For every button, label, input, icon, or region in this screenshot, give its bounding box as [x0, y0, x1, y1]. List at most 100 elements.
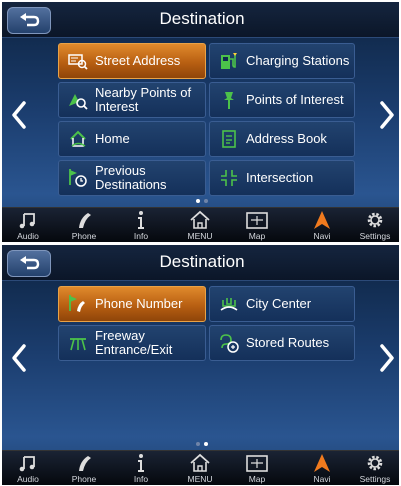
address-book-icon [216, 126, 242, 152]
nav-label: Settings [359, 231, 391, 241]
nav-audio[interactable]: Audio [3, 451, 53, 485]
nav-navi[interactable]: Navi [297, 208, 347, 242]
tile-label: Points of Interest [246, 92, 344, 107]
freeway-icon [65, 330, 91, 356]
bottom-nav-bar: Audio Phone Info MENU Map Navi Settings [2, 450, 399, 485]
tile-label: Intersection [246, 170, 314, 185]
back-arrow-icon [20, 13, 40, 27]
nav-phone[interactable]: Phone [59, 208, 109, 242]
tile-label: City Center [246, 296, 312, 311]
tile-label: Freeway Entrance/Exit [95, 328, 173, 357]
nav-settings[interactable]: Settings [350, 451, 399, 485]
city-center-icon [216, 291, 242, 317]
nav-label: MENU [187, 231, 213, 241]
settings-icon [367, 455, 383, 471]
page-dot [196, 442, 200, 446]
tile-label: Stored Routes [246, 335, 330, 350]
page-dot [204, 199, 208, 203]
address-book-button[interactable]: Address Book [209, 121, 355, 157]
street-address-icon [65, 48, 91, 74]
home-button[interactable]: Home [58, 121, 206, 157]
page-title: Destination [159, 9, 245, 28]
nav-label: Audio [17, 474, 39, 484]
bottom-nav-bar: Audio Phone Info MENU Map Navi Settings [2, 207, 399, 242]
nav-label: Map [248, 231, 266, 241]
nav-label: Audio [17, 231, 39, 241]
charging-station-icon [216, 48, 242, 74]
info-icon [138, 211, 144, 229]
page-indicator [182, 442, 222, 448]
tile-label: Phone Number [95, 296, 183, 311]
next-page-arrow-icon[interactable] [377, 97, 397, 133]
destination-screen-page-2: Destination Phone Number City Center Fre… [2, 245, 399, 485]
top-bar: Destination [2, 2, 399, 38]
previous-destinations-icon [65, 165, 91, 191]
nav-label: MENU [187, 474, 213, 484]
nav-map[interactable]: Map [232, 208, 282, 242]
tile-label: Home [95, 131, 130, 146]
stored-routes-button[interactable]: Stored Routes [209, 325, 355, 361]
tile-label: Address Book [246, 131, 327, 146]
stored-routes-icon [216, 330, 242, 356]
menu-home-icon [190, 453, 210, 472]
map-icon [246, 212, 268, 229]
intersection-icon [216, 165, 242, 191]
nav-menu[interactable]: MENU [175, 208, 225, 242]
navi-icon [314, 211, 330, 229]
page-title: Destination [159, 252, 245, 271]
page-dot-active [196, 199, 200, 203]
map-icon [246, 455, 268, 472]
nearby-points-of-interest-button[interactable]: Nearby Points of Interest [58, 82, 206, 118]
info-icon [138, 454, 144, 472]
previous-page-arrow-icon[interactable] [9, 97, 29, 133]
previous-page-arrow-icon[interactable] [9, 340, 29, 376]
home-icon [65, 126, 91, 152]
nav-label: Map [248, 474, 266, 484]
street-address-button[interactable]: Street Address [58, 43, 206, 79]
nav-audio[interactable]: Audio [3, 208, 53, 242]
nav-label: Navi [313, 474, 331, 484]
nav-label: Settings [359, 474, 391, 484]
points-of-interest-button[interactable]: Points of Interest [209, 82, 355, 118]
back-button[interactable] [7, 250, 51, 277]
next-page-arrow-icon[interactable] [377, 340, 397, 376]
page-indicator [182, 199, 222, 205]
phone-icon [79, 213, 91, 228]
audio-icon [19, 456, 35, 472]
tile-label: Nearby Points of Interest [95, 85, 192, 114]
back-arrow-icon [20, 256, 40, 270]
tile-label: Charging Stations [246, 53, 350, 68]
destination-screen-page-1: Destination Street Address Charging Stat… [2, 2, 399, 242]
phone-icon [79, 456, 91, 471]
page-dot-active [204, 442, 208, 446]
nav-settings[interactable]: Settings [350, 208, 399, 242]
nav-info[interactable]: Info [116, 451, 166, 485]
intersection-button[interactable]: Intersection [209, 160, 355, 196]
audio-icon [19, 213, 35, 229]
nav-map[interactable]: Map [232, 451, 282, 485]
phone-number-icon [65, 291, 91, 317]
city-center-button[interactable]: City Center [209, 286, 355, 322]
menu-home-icon [190, 210, 210, 229]
previous-destinations-button[interactable]: Previous Destinations [58, 160, 206, 196]
nav-label: Phone [71, 231, 97, 241]
poi-pin-icon [216, 87, 242, 113]
nav-label: Info [133, 474, 149, 484]
nearby-poi-icon [65, 87, 91, 113]
back-button[interactable] [7, 7, 51, 34]
phone-number-button[interactable]: Phone Number [58, 286, 206, 322]
nav-label: Navi [313, 231, 331, 241]
settings-icon [367, 212, 383, 228]
tile-label: Street Address [95, 53, 181, 68]
nav-phone[interactable]: Phone [59, 451, 109, 485]
nav-navi[interactable]: Navi [297, 451, 347, 485]
nav-info[interactable]: Info [116, 208, 166, 242]
navi-icon [314, 454, 330, 472]
nav-menu[interactable]: MENU [175, 451, 225, 485]
nav-label: Phone [71, 474, 97, 484]
top-bar: Destination [2, 245, 399, 281]
freeway-entrance-exit-button[interactable]: Freeway Entrance/Exit [58, 325, 206, 361]
nav-label: Info [133, 231, 149, 241]
charging-stations-button[interactable]: Charging Stations [209, 43, 355, 79]
tile-label: Previous Destinations [95, 163, 167, 192]
